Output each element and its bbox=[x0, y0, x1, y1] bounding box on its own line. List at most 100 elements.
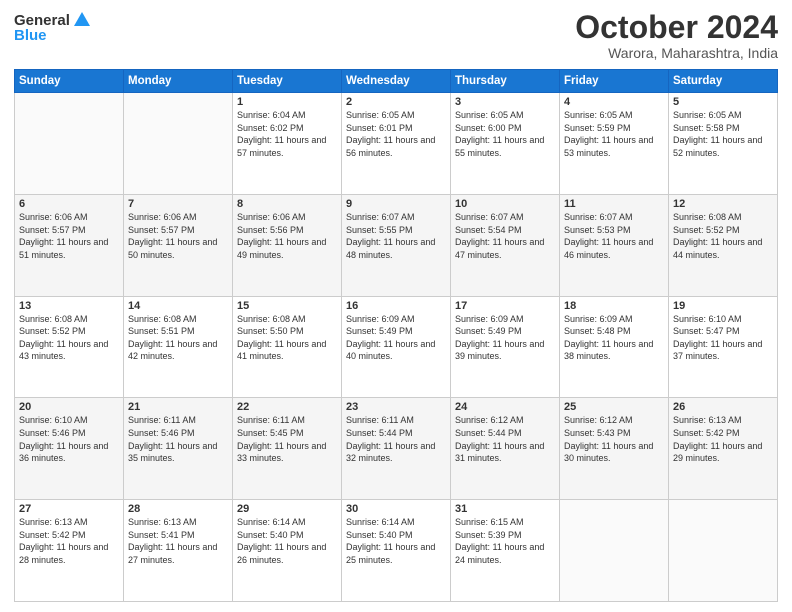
day-number: 6 bbox=[19, 198, 119, 210]
week-row-4: 20Sunrise: 6:10 AM Sunset: 5:46 PM Dayli… bbox=[15, 398, 778, 500]
month-title: October 2024 bbox=[575, 10, 778, 45]
day-number: 4 bbox=[564, 96, 664, 108]
day-cell-12: 12Sunrise: 6:08 AM Sunset: 5:52 PM Dayli… bbox=[669, 194, 778, 296]
day-number: 17 bbox=[455, 300, 555, 312]
day-info: Sunrise: 6:08 AM Sunset: 5:52 PM Dayligh… bbox=[673, 211, 773, 261]
day-cell-16: 16Sunrise: 6:09 AM Sunset: 5:49 PM Dayli… bbox=[342, 296, 451, 398]
day-number: 1 bbox=[237, 96, 337, 108]
week-row-2: 6 Sunrise: 6:06 AM Sunset: 5:57 PM Daylig… bbox=[15, 194, 778, 296]
day-number: 20 bbox=[19, 401, 119, 413]
day-info: Sunrise: 6:05 AM Sunset: 6:00 PM Dayligh… bbox=[455, 109, 555, 159]
day-info: Sunrise: 6:11 AM Sunset: 5:44 PM Dayligh… bbox=[346, 414, 446, 464]
day-cell-3: 3Sunrise: 6:05 AM Sunset: 6:00 PM Daylig… bbox=[451, 93, 560, 195]
weekday-header-monday: Monday bbox=[124, 70, 233, 93]
day-cell-15: 15Sunrise: 6:08 AM Sunset: 5:50 PM Dayli… bbox=[233, 296, 342, 398]
day-info: Sunrise: 6:10 AM Sunset: 5:47 PM Dayligh… bbox=[673, 313, 773, 363]
day-cell-4: 4Sunrise: 6:05 AM Sunset: 5:59 PM Daylig… bbox=[560, 93, 669, 195]
day-info: Sunrise: 6:07 AM Sunset: 5:54 PM Dayligh… bbox=[455, 211, 555, 261]
empty-cell bbox=[560, 500, 669, 602]
day-info: Sunrise: 6:04 AM Sunset: 6:02 PM Dayligh… bbox=[237, 109, 337, 159]
day-info: Sunrise: 6:06 AM Sunset: 5:57 PM Dayligh… bbox=[128, 211, 228, 261]
day-number: 14 bbox=[128, 300, 228, 312]
day-info: Sunrise: 6:13 AM Sunset: 5:41 PM Dayligh… bbox=[128, 516, 228, 566]
page: General Blue October 2024 Warora, Mahara… bbox=[0, 0, 792, 612]
day-info: Sunrise: 6:13 AM Sunset: 5:42 PM Dayligh… bbox=[673, 414, 773, 464]
day-cell-25: 25Sunrise: 6:12 AM Sunset: 5:43 PM Dayli… bbox=[560, 398, 669, 500]
day-number: 7 bbox=[128, 198, 228, 210]
header: General Blue October 2024 Warora, Mahara… bbox=[14, 10, 778, 61]
day-cell-2: 2Sunrise: 6:05 AM Sunset: 6:01 PM Daylig… bbox=[342, 93, 451, 195]
day-info: Sunrise: 6:08 AM Sunset: 5:52 PM Dayligh… bbox=[19, 313, 119, 363]
day-info: Sunrise: 6:07 AM Sunset: 5:53 PM Dayligh… bbox=[564, 211, 664, 261]
weekday-header-tuesday: Tuesday bbox=[233, 70, 342, 93]
logo: General Blue bbox=[14, 10, 92, 44]
day-cell-22: 22Sunrise: 6:11 AM Sunset: 5:45 PM Dayli… bbox=[233, 398, 342, 500]
day-number: 21 bbox=[128, 401, 228, 413]
day-number: 28 bbox=[128, 503, 228, 515]
day-cell-9: 9Sunrise: 6:07 AM Sunset: 5:55 PM Daylig… bbox=[342, 194, 451, 296]
location: Warora, Maharashtra, India bbox=[575, 45, 778, 61]
day-number: 8 bbox=[237, 198, 337, 210]
week-row-5: 27Sunrise: 6:13 AM Sunset: 5:42 PM Dayli… bbox=[15, 500, 778, 602]
logo-general: General bbox=[14, 12, 70, 29]
day-info: Sunrise: 6:05 AM Sunset: 5:59 PM Dayligh… bbox=[564, 109, 664, 159]
week-row-3: 13Sunrise: 6:08 AM Sunset: 5:52 PM Dayli… bbox=[15, 296, 778, 398]
day-number: 11 bbox=[564, 198, 664, 210]
title-block: October 2024 Warora, Maharashtra, India bbox=[575, 10, 778, 61]
day-cell-21: 21Sunrise: 6:11 AM Sunset: 5:46 PM Dayli… bbox=[124, 398, 233, 500]
weekday-header-wednesday: Wednesday bbox=[342, 70, 451, 93]
day-cell-19: 19Sunrise: 6:10 AM Sunset: 5:47 PM Dayli… bbox=[669, 296, 778, 398]
day-number: 30 bbox=[346, 503, 446, 515]
logo-blue: Blue bbox=[14, 27, 47, 44]
day-info: Sunrise: 6:15 AM Sunset: 5:39 PM Dayligh… bbox=[455, 516, 555, 566]
weekday-header-friday: Friday bbox=[560, 70, 669, 93]
day-info: Sunrise: 6:12 AM Sunset: 5:43 PM Dayligh… bbox=[564, 414, 664, 464]
day-number: 25 bbox=[564, 401, 664, 413]
day-number: 3 bbox=[455, 96, 555, 108]
day-number: 9 bbox=[346, 198, 446, 210]
empty-cell bbox=[15, 93, 124, 195]
day-number: 15 bbox=[237, 300, 337, 312]
day-cell-18: 18Sunrise: 6:09 AM Sunset: 5:48 PM Dayli… bbox=[560, 296, 669, 398]
day-number: 13 bbox=[19, 300, 119, 312]
weekday-header-sunday: Sunday bbox=[15, 70, 124, 93]
day-cell-5: 5Sunrise: 6:05 AM Sunset: 5:58 PM Daylig… bbox=[669, 93, 778, 195]
day-info: Sunrise: 6:11 AM Sunset: 5:46 PM Dayligh… bbox=[128, 414, 228, 464]
day-info: Sunrise: 6:12 AM Sunset: 5:44 PM Dayligh… bbox=[455, 414, 555, 464]
empty-cell bbox=[669, 500, 778, 602]
day-cell-17: 17Sunrise: 6:09 AM Sunset: 5:49 PM Dayli… bbox=[451, 296, 560, 398]
day-info: Sunrise: 6:10 AM Sunset: 5:46 PM Dayligh… bbox=[19, 414, 119, 464]
day-cell-31: 31Sunrise: 6:15 AM Sunset: 5:39 PM Dayli… bbox=[451, 500, 560, 602]
day-info: Sunrise: 6:05 AM Sunset: 6:01 PM Dayligh… bbox=[346, 109, 446, 159]
day-cell-6: 6Sunrise: 6:06 AM Sunset: 5:57 PM Daylig… bbox=[15, 194, 124, 296]
day-info: Sunrise: 6:08 AM Sunset: 5:51 PM Dayligh… bbox=[128, 313, 228, 363]
day-number: 27 bbox=[19, 503, 119, 515]
day-number: 18 bbox=[564, 300, 664, 312]
calendar-table: SundayMondayTuesdayWednesdayThursdayFrid… bbox=[14, 69, 778, 602]
day-cell-14: 14Sunrise: 6:08 AM Sunset: 5:51 PM Dayli… bbox=[124, 296, 233, 398]
day-cell-8: 8Sunrise: 6:06 AM Sunset: 5:56 PM Daylig… bbox=[233, 194, 342, 296]
empty-cell bbox=[124, 93, 233, 195]
day-number: 29 bbox=[237, 503, 337, 515]
day-cell-28: 28Sunrise: 6:13 AM Sunset: 5:41 PM Dayli… bbox=[124, 500, 233, 602]
day-cell-11: 11Sunrise: 6:07 AM Sunset: 5:53 PM Dayli… bbox=[560, 194, 669, 296]
day-info: Sunrise: 6:14 AM Sunset: 5:40 PM Dayligh… bbox=[346, 516, 446, 566]
day-info: Sunrise: 6:14 AM Sunset: 5:40 PM Dayligh… bbox=[237, 516, 337, 566]
day-info: Sunrise: 6:08 AM Sunset: 5:50 PM Dayligh… bbox=[237, 313, 337, 363]
day-info: Sunrise: 6:07 AM Sunset: 5:55 PM Dayligh… bbox=[346, 211, 446, 261]
day-cell-27: 27Sunrise: 6:13 AM Sunset: 5:42 PM Dayli… bbox=[15, 500, 124, 602]
day-cell-26: 26Sunrise: 6:13 AM Sunset: 5:42 PM Dayli… bbox=[669, 398, 778, 500]
weekday-header-thursday: Thursday bbox=[451, 70, 560, 93]
day-info: Sunrise: 6:13 AM Sunset: 5:42 PM Dayligh… bbox=[19, 516, 119, 566]
day-number: 5 bbox=[673, 96, 773, 108]
day-cell-20: 20Sunrise: 6:10 AM Sunset: 5:46 PM Dayli… bbox=[15, 398, 124, 500]
weekday-header-row: SundayMondayTuesdayWednesdayThursdayFrid… bbox=[15, 70, 778, 93]
weekday-header-saturday: Saturday bbox=[669, 70, 778, 93]
logo-icon bbox=[72, 10, 92, 30]
day-cell-13: 13Sunrise: 6:08 AM Sunset: 5:52 PM Dayli… bbox=[15, 296, 124, 398]
day-info: Sunrise: 6:11 AM Sunset: 5:45 PM Dayligh… bbox=[237, 414, 337, 464]
day-number: 2 bbox=[346, 96, 446, 108]
day-number: 23 bbox=[346, 401, 446, 413]
day-cell-1: 1Sunrise: 6:04 AM Sunset: 6:02 PM Daylig… bbox=[233, 93, 342, 195]
day-info: Sunrise: 6:06 AM Sunset: 5:56 PM Dayligh… bbox=[237, 211, 337, 261]
